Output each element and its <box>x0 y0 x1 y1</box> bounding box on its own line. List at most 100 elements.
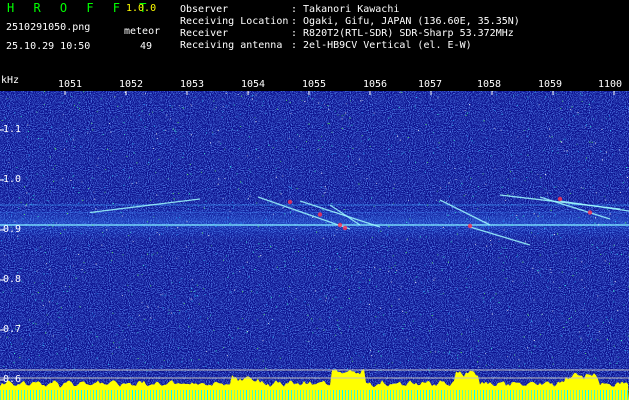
noise-speckle <box>390 267 392 269</box>
noise-speckle <box>365 219 367 221</box>
noise-speckle <box>92 224 94 226</box>
noise-speckle <box>520 206 522 208</box>
noise-speckle <box>308 340 310 342</box>
noise-speckle <box>449 278 451 280</box>
noise-speckle <box>189 193 191 195</box>
noise-speckle <box>591 338 592 340</box>
signal-baseline <box>492 390 493 400</box>
noise-speckle <box>417 129 419 131</box>
signal-baseline <box>483 390 484 400</box>
noise-speckle <box>188 261 190 263</box>
noise-speckle <box>564 138 566 140</box>
noise-speckle <box>606 185 608 187</box>
noise-speckle <box>465 193 467 195</box>
noise-speckle <box>218 141 220 143</box>
noise-speckle <box>239 270 241 272</box>
noise-speckle <box>195 283 197 285</box>
noise-speckle <box>369 282 371 284</box>
noise-speckle <box>190 104 192 106</box>
noise-speckle <box>574 281 576 283</box>
signal-baseline <box>267 390 268 400</box>
noise-speckle <box>191 288 193 290</box>
noise-speckle <box>383 314 385 316</box>
noise-speckle <box>272 147 274 149</box>
noise-speckle <box>179 325 180 327</box>
noise-speckle <box>193 96 195 98</box>
noise-speckle <box>225 255 227 257</box>
noise-speckle <box>511 214 513 216</box>
noise-speckle <box>503 220 505 222</box>
noise-speckle <box>288 285 290 287</box>
noise-speckle <box>35 299 37 301</box>
signal-baseline <box>531 390 532 400</box>
noise-speckle <box>531 320 532 322</box>
noise-speckle <box>424 286 426 288</box>
noise-speckle <box>424 264 426 266</box>
noise-speckle <box>577 114 579 115</box>
noise-speckle <box>254 117 256 119</box>
noise-speckle <box>505 278 507 279</box>
noise-speckle <box>516 217 518 219</box>
noise-speckle <box>600 254 602 255</box>
noise-speckle <box>616 253 618 255</box>
time-axis: 1051 1052 1053 1054 1055 1056 1057 1058 … <box>0 75 629 91</box>
signal-baseline <box>168 390 169 400</box>
noise-speckle <box>391 362 393 364</box>
noise-speckle <box>275 140 277 142</box>
noise-speckle <box>585 353 587 354</box>
noise-speckle <box>252 95 254 96</box>
signal-baseline <box>549 390 550 400</box>
noise-speckle <box>409 150 410 152</box>
noise-speckle <box>92 313 93 315</box>
noise-speckle <box>466 135 468 137</box>
noise-speckle <box>399 139 401 141</box>
noise-speckle <box>95 263 97 265</box>
noise-speckle <box>412 320 414 322</box>
noise-speckle <box>580 337 582 339</box>
noise-speckle <box>22 293 24 295</box>
noise-speckle <box>580 349 582 351</box>
noise-speckle <box>269 245 271 247</box>
noise-speckle <box>413 337 415 339</box>
noise-speckle <box>265 112 267 114</box>
noise-speckle <box>452 120 454 121</box>
noise-speckle <box>254 269 256 270</box>
noise-speckle <box>482 173 484 175</box>
noise-speckle <box>472 195 474 197</box>
noise-speckle <box>534 210 536 212</box>
signal-baseline <box>414 390 415 400</box>
noise-speckle <box>78 254 80 255</box>
noise-speckle <box>620 174 621 175</box>
signal-baseline <box>51 390 52 400</box>
noise-speckle <box>43 198 45 200</box>
noise-speckle <box>13 260 15 262</box>
noise-speckle <box>96 293 98 295</box>
noise-speckle <box>486 245 488 247</box>
noise-speckle <box>363 356 365 358</box>
signal-baseline <box>330 390 331 400</box>
noise-speckle <box>26 177 28 179</box>
noise-speckle <box>599 223 601 225</box>
noise-speckle <box>368 304 370 305</box>
noise-speckle <box>236 173 238 175</box>
freq-tick-label: 0.9 <box>3 224 22 235</box>
noise-speckle <box>369 138 370 139</box>
noise-speckle <box>412 351 414 353</box>
noise-speckle <box>6 213 8 215</box>
noise-speckle <box>561 141 563 143</box>
signal-baseline <box>225 390 226 400</box>
signal-baseline <box>138 390 139 400</box>
noise-speckle <box>51 300 53 302</box>
noise-speckle <box>197 295 198 297</box>
noise-speckle <box>272 318 274 320</box>
noise-speckle <box>506 256 507 258</box>
noise-speckle <box>589 95 590 96</box>
noise-speckle <box>325 295 327 297</box>
noise-speckle <box>573 115 575 117</box>
noise-speckle <box>55 148 57 150</box>
signal-baseline <box>117 390 118 400</box>
noise-speckle <box>380 370 382 372</box>
time-tick-label: 1058 <box>477 79 502 90</box>
noise-speckle <box>132 241 134 243</box>
noise-speckle <box>322 209 324 211</box>
